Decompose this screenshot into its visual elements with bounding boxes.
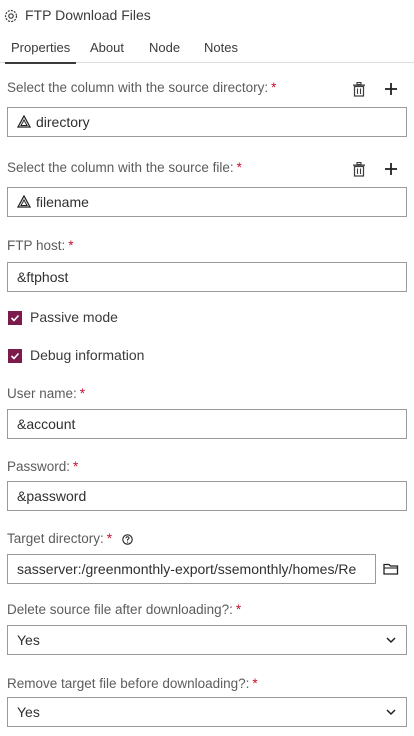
node-settings-icon bbox=[4, 9, 18, 23]
source-directory-label: Select the column with the source direct… bbox=[7, 80, 277, 95]
checkmark-icon bbox=[10, 314, 20, 322]
debug-information-checkbox[interactable] bbox=[8, 349, 22, 363]
user-name-input[interactable]: &account bbox=[7, 409, 407, 439]
user-name-label: User name: * bbox=[7, 386, 86, 401]
target-directory-input[interactable]: sasserver:/greenmonthly-export/ssemonthl… bbox=[7, 554, 376, 584]
tab-properties[interactable]: Properties bbox=[4, 40, 77, 64]
character-column-icon bbox=[17, 115, 31, 128]
chevron-down-icon bbox=[386, 637, 396, 644]
remove-target-label: Remove target file before downloading?: * bbox=[7, 676, 258, 691]
password-input[interactable]: &password bbox=[7, 481, 407, 511]
tab-bar: Properties About Node Notes bbox=[0, 33, 414, 64]
remove-target-value: Yes bbox=[17, 704, 40, 720]
delete-source-directory-button[interactable] bbox=[350, 80, 368, 98]
plus-icon bbox=[385, 83, 397, 95]
delete-source-select[interactable]: Yes bbox=[7, 625, 407, 655]
ftp-host-label: FTP host: * bbox=[7, 238, 74, 253]
source-directory-column-field[interactable]: directory bbox=[7, 107, 407, 137]
source-file-label: Select the column with the source file: * bbox=[7, 160, 242, 175]
title-bar: FTP Download Files bbox=[0, 0, 414, 32]
source-file-value: filename bbox=[36, 194, 89, 210]
delete-source-file-button[interactable] bbox=[350, 160, 368, 178]
help-icon[interactable] bbox=[122, 534, 133, 545]
tab-notes[interactable]: Notes bbox=[204, 40, 238, 55]
add-source-directory-button[interactable] bbox=[382, 80, 400, 98]
trash-icon bbox=[353, 161, 365, 177]
debug-information-label: Debug information bbox=[30, 347, 145, 363]
remove-target-select[interactable]: Yes bbox=[7, 697, 407, 727]
password-label: Password: * bbox=[7, 459, 79, 474]
delete-source-label: Delete source file after downloading?: * bbox=[7, 602, 242, 617]
window-title: FTP Download Files bbox=[25, 7, 151, 23]
source-file-column-field[interactable]: filename bbox=[7, 187, 407, 217]
passive-mode-label: Passive mode bbox=[30, 309, 118, 325]
password-value: &password bbox=[17, 488, 87, 504]
browse-target-directory-button[interactable] bbox=[382, 560, 400, 578]
chevron-down-icon bbox=[386, 709, 396, 716]
trash-icon bbox=[353, 81, 365, 97]
user-name-value: &account bbox=[17, 416, 76, 432]
folder-icon bbox=[383, 563, 399, 575]
ftp-host-input[interactable]: &ftphost bbox=[7, 262, 407, 292]
passive-mode-checkbox[interactable] bbox=[8, 311, 22, 325]
character-column-icon bbox=[17, 195, 31, 208]
target-directory-label: Target directory: * bbox=[7, 531, 133, 546]
checkmark-icon bbox=[10, 352, 20, 360]
delete-source-value: Yes bbox=[17, 632, 40, 648]
add-source-file-button[interactable] bbox=[382, 160, 400, 178]
target-directory-value: sasserver:/greenmonthly-export/ssemonthl… bbox=[17, 561, 357, 577]
tab-node[interactable]: Node bbox=[149, 40, 180, 55]
source-directory-value: directory bbox=[36, 114, 90, 130]
ftp-host-value: &ftphost bbox=[17, 269, 69, 285]
tab-about[interactable]: About bbox=[90, 40, 124, 55]
plus-icon bbox=[385, 163, 397, 175]
